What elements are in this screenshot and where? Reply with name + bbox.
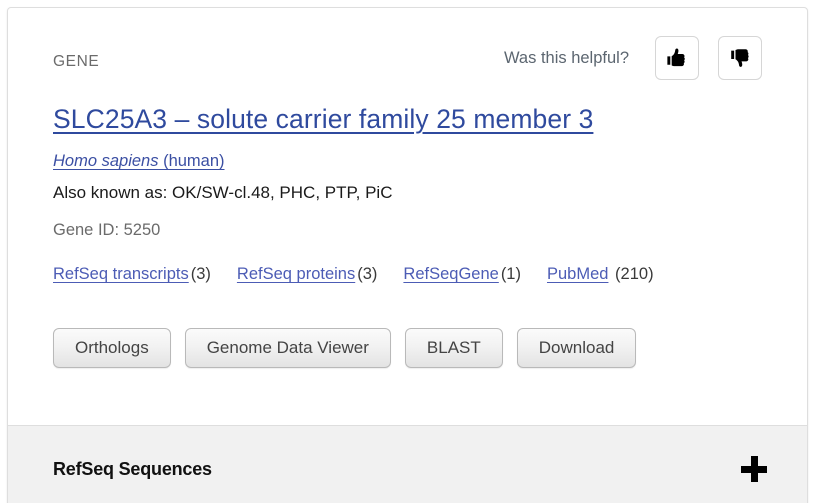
refseqgene-link[interactable]: RefSeqGene [403, 265, 498, 283]
refseqgene-count: (1) [500, 265, 521, 283]
gene-id-text: Gene ID: 5250 [53, 221, 161, 239]
resource-link-group: RefSeq proteins (3) [237, 265, 378, 283]
refseq-transcripts-link[interactable]: RefSeq transcripts [53, 265, 189, 283]
organism-link[interactable]: Homo sapiens (human) [53, 152, 225, 171]
record-type-label: GENE [53, 53, 100, 70]
feedback-question: Was this helpful? [503, 48, 629, 67]
resource-links-row: RefSeq transcripts (3) RefSeq proteins (3) R… [53, 262, 762, 287]
thumbs-up-button[interactable] [655, 36, 699, 80]
thumbs-down-button[interactable] [718, 36, 762, 80]
also-known-as-text: Also known as: OK/SW-cl.48, PHC, PTP, Pi… [53, 183, 393, 202]
action-buttons-row: Orthologs Genome Data Viewer BLAST Downl… [53, 328, 637, 368]
plus-icon[interactable] [741, 456, 767, 482]
card-header-row: GENE Was this helpful? [8, 8, 807, 90]
resource-link-group: RefSeq transcripts (3) [53, 265, 211, 283]
resource-link-group: PubMed (210) [547, 265, 654, 283]
organism-scientific-name: Homo sapiens [53, 152, 159, 170]
refseq-proteins-count: (3) [357, 265, 378, 283]
thumbs-down-icon [729, 47, 751, 69]
pubmed-count: (210) [615, 265, 654, 283]
gene-title-link[interactable]: SLC25A3 – solute carrier family 25 membe… [53, 104, 593, 135]
thumbs-up-icon [666, 47, 688, 69]
resource-link-group: RefSeqGene (1) [403, 265, 521, 283]
gene-summary-card: GENE Was this helpful? SLC25A3 – solute … [7, 7, 808, 503]
refseq-proteins-link[interactable]: RefSeq proteins [237, 265, 355, 283]
download-button[interactable]: Download [516, 328, 637, 368]
gene-card-body: GENE Was this helpful? SLC25A3 – solute … [8, 8, 807, 425]
refseq-transcripts-count: (3) [190, 265, 211, 283]
screenshot-root: GENE Was this helpful? SLC25A3 – solute … [0, 0, 815, 503]
accordion-title: RefSeq Sequences [53, 459, 212, 479]
organism-common-name: (human) [158, 152, 225, 170]
pubmed-link[interactable]: PubMed [547, 265, 608, 283]
orthologs-button[interactable]: Orthologs [53, 328, 171, 368]
refseq-sequences-accordion[interactable]: RefSeq Sequences [8, 425, 807, 503]
feedback-widget: Was this helpful? [504, 36, 762, 80]
blast-button[interactable]: BLAST [404, 328, 503, 368]
genome-data-viewer-button[interactable]: Genome Data Viewer [184, 328, 391, 368]
